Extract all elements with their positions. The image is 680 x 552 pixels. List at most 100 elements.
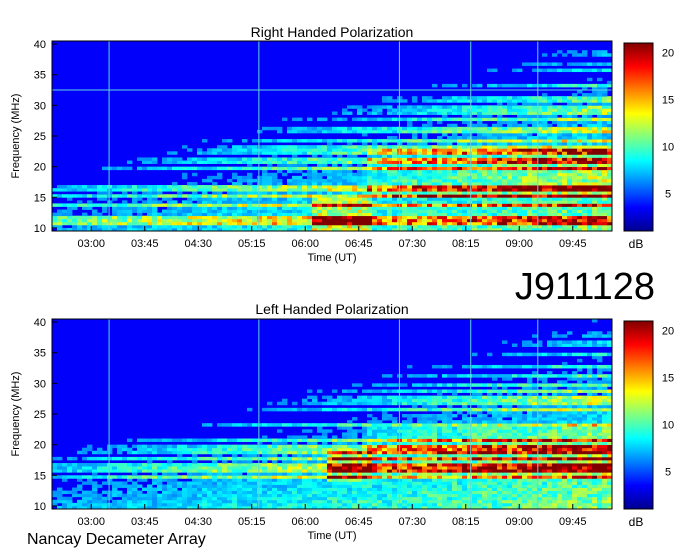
spectrogram-cell	[222, 475, 228, 479]
spectrogram-cell	[327, 166, 333, 171]
spectrogram-cell	[472, 212, 478, 217]
spectrogram-cell	[347, 206, 353, 210]
spectrogram-cell	[442, 142, 448, 146]
spectrogram-cell	[52, 215, 58, 220]
spectrogram-cell	[557, 163, 563, 168]
spectrogram-cell	[462, 169, 468, 174]
spectrogram-cell	[302, 181, 308, 186]
spectrogram-cell	[547, 111, 553, 115]
spectrogram-cell	[367, 157, 373, 161]
spectrogram-cell	[302, 172, 308, 177]
spectrogram-cell	[247, 496, 253, 501]
spectrogram-cell	[422, 129, 428, 134]
spectrogram-cell	[487, 169, 493, 174]
spectrogram-cell	[292, 487, 298, 492]
spectrogram-cell	[67, 466, 73, 470]
spectrogram-cell	[352, 209, 358, 214]
spectrogram-cell	[567, 175, 573, 180]
spectrogram-cell	[52, 469, 58, 473]
spectrogram-cell	[527, 200, 533, 204]
spectrogram-cell	[337, 191, 343, 195]
spectrogram-cell	[532, 83, 538, 88]
spectrogram-cell	[357, 466, 363, 470]
spectrogram-cell	[577, 206, 583, 210]
spectrogram-cell	[87, 206, 93, 210]
spectrogram-cell	[437, 502, 443, 507]
spectrogram-cell	[582, 490, 588, 495]
spectrogram-cell	[467, 203, 473, 207]
spectrogram-cell	[127, 221, 133, 226]
spectrogram-cell	[222, 203, 228, 207]
spectrogram-cell	[457, 99, 463, 103]
spectrogram-cell	[587, 224, 593, 229]
spectrogram-cell	[207, 466, 213, 470]
spectrogram-cell	[582, 126, 588, 131]
spectrogram-cell	[287, 151, 293, 155]
spectrogram-cell	[377, 163, 383, 168]
spectrogram-cells	[52, 41, 612, 231]
spectrogram-cell	[552, 68, 558, 73]
spectrogram-cell	[437, 218, 443, 223]
spectrogram-cell	[467, 105, 473, 109]
spectrogram-cell	[307, 466, 313, 470]
spectrogram-cell	[157, 203, 163, 207]
spectrogram-cell	[382, 142, 388, 146]
spectrogram-cell	[82, 466, 88, 470]
spectrogram-cell	[487, 215, 493, 220]
spectrogram-cell	[212, 200, 218, 204]
spectrogram-cell	[292, 188, 298, 192]
spectrogram-cell	[102, 206, 108, 210]
spectrogram-cell	[402, 502, 408, 507]
spectrogram-cell	[512, 466, 518, 470]
spectrogram-cell	[407, 200, 413, 204]
spectrogram-cell	[527, 206, 533, 210]
spectrogram-cell	[467, 197, 473, 201]
spectrogram-cell	[287, 499, 293, 504]
spectrogram-cell	[272, 203, 278, 207]
spectrogram-cell	[472, 157, 478, 161]
spectrogram-cell	[602, 102, 608, 106]
spectrogram-cell	[357, 209, 363, 214]
spectrogram-cell	[542, 490, 548, 495]
spectrogram-cell	[242, 469, 248, 473]
spectrogram-cell	[507, 108, 513, 112]
spectrogram-cell	[507, 102, 513, 106]
spectrogram-cell	[422, 160, 428, 164]
spectrogram-cell	[212, 191, 218, 195]
spectrogram-cell	[337, 218, 343, 223]
spectrogram-cell	[262, 487, 268, 492]
spectrogram-cell	[262, 502, 268, 507]
spectrogram-cell	[422, 181, 428, 186]
spectrogram-cell	[452, 148, 458, 152]
spectrogram-cell	[337, 157, 343, 161]
spectrogram-cell	[112, 197, 118, 201]
spectrogram-cell	[317, 151, 323, 155]
spectrogram-cell	[512, 188, 518, 192]
spectrogram-cell	[557, 218, 563, 223]
spectrogram-cell	[362, 157, 368, 161]
spectrogram-cell	[552, 475, 558, 479]
spectrogram-cell	[472, 487, 478, 492]
spectrogram-cell	[502, 172, 508, 177]
spectrogram-cell	[442, 114, 448, 119]
spectrogram-cell	[572, 129, 578, 134]
spectrogram-cell	[222, 197, 228, 201]
spectrogram-cell	[557, 469, 563, 473]
spectrogram-cell	[237, 484, 243, 488]
spectrogram-cell	[252, 484, 258, 488]
spectrogram-cell	[177, 224, 183, 229]
spectrogram-cell	[582, 215, 588, 220]
spectrogram-cell	[572, 221, 578, 226]
spectrogram-cell	[452, 194, 458, 198]
spectrogram-cell	[227, 206, 233, 210]
spectrogram-cell	[312, 145, 318, 149]
spectrogram-cell	[562, 188, 568, 192]
spectrogram-cell	[487, 472, 493, 476]
spectrogram-cell	[127, 502, 133, 507]
spectrogram-cell	[562, 175, 568, 180]
spectrogram-cell	[162, 166, 168, 171]
spectrogram-cell	[382, 481, 388, 485]
spectrogram-cell	[507, 221, 513, 226]
spectrogram-cell	[407, 481, 413, 485]
spectrogram-cell	[507, 129, 513, 134]
